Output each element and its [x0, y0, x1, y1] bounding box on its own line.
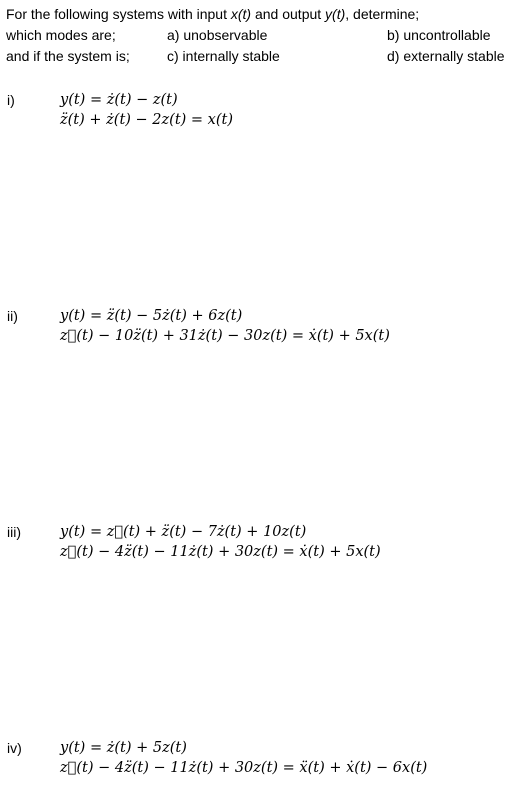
item-a-unobservable: a) unobservable: [167, 27, 268, 43]
intro-text: For the following systems with input: [6, 6, 231, 22]
modes-lead: which modes are;: [6, 27, 116, 43]
item-d-externally-stable: d) externally stable: [387, 48, 505, 64]
intro-text: , determine;: [345, 6, 420, 22]
problem-label: i): [7, 92, 15, 108]
item-c-internally-stable: c) internally stable: [167, 48, 280, 64]
output-equation: y(t) = z̈(t) − 5ż(t) + 6z(t): [60, 308, 243, 324]
intro-line-1: For the following systems with input x(t…: [6, 5, 419, 23]
item-b-uncontrollable: b) uncontrollable: [387, 27, 491, 43]
problem-label: iv): [7, 740, 22, 756]
output-equation: y(t) = z⃛(t) + z̈(t) − 7ż(t) + 10z(t): [60, 524, 307, 540]
output-equation: y(t) = ż(t) − z(t): [60, 92, 178, 108]
output-equation: y(t) = ż(t) + 5z(t): [60, 740, 187, 756]
output-variable: y(t): [325, 6, 346, 22]
system-lead: and if the system is;: [6, 48, 130, 64]
state-equation: z⃛(t) − 4z̈(t) − 11ż(t) + 30z(t) = ẋ(t) …: [60, 544, 381, 560]
intro-text: and output: [251, 6, 326, 22]
input-variable: x(t): [230, 6, 252, 22]
state-equation: z⃛(t) − 4z̈(t) − 11ż(t) + 30z(t) = ẍ(t) …: [60, 760, 428, 776]
problem-label: iii): [7, 524, 21, 540]
problem-label: ii): [7, 308, 18, 324]
state-equation: z⃛(t) − 10z̈(t) + 31ż(t) − 30z(t) = ẋ(t)…: [60, 328, 390, 344]
state-equation: z̈(t) + ż(t) − 2z(t) = x(t): [60, 112, 233, 128]
